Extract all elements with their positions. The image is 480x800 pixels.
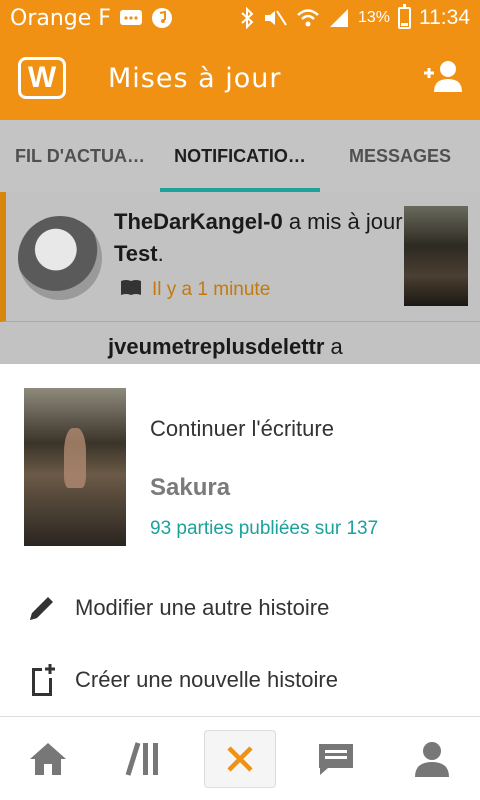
app-bar: W Mises à jour [0, 36, 480, 120]
notification-suffix: . [157, 241, 164, 266]
carrier-name: Orange F [10, 5, 111, 31]
clock: 11:34 [419, 6, 470, 29]
bluetooth-icon [240, 7, 254, 29]
create-sheet: Continuer l'écriture Sakura 93 parties p… [0, 364, 480, 716]
notification-text-2: jveumetreplusdelettr a [108, 334, 343, 360]
close-icon[interactable] [204, 729, 276, 788]
wattpad-logo[interactable]: W [18, 57, 66, 99]
story-thumbnail[interactable] [404, 206, 468, 306]
story-title[interactable]: Sakura [150, 474, 230, 502]
wifi-icon [296, 8, 320, 28]
tab-feed[interactable]: FIL D'ACTUA… [0, 120, 160, 192]
notification-text: TheDarKangel-0 a mis à jour Test. [114, 206, 404, 270]
message-icon [119, 8, 143, 28]
bottom-navigation [0, 716, 480, 800]
profile-icon[interactable] [396, 730, 468, 788]
notification-user-2[interactable]: jveumetreplusdelettr [108, 334, 324, 359]
create-story-button[interactable]: Créer une nouvelle histoire [0, 650, 480, 710]
notification-list: TheDarKangel-0 a mis à jour Test. Il y a… [0, 192, 480, 364]
new-document-icon [24, 662, 60, 698]
home-icon[interactable] [12, 730, 84, 788]
messages-icon[interactable] [300, 730, 372, 788]
status-bar: Orange F 13% 11:34 [0, 0, 480, 36]
pencil-icon [24, 590, 60, 626]
notification-action: a mis à jour [282, 209, 403, 234]
edit-story-label: Modifier une autre histoire [75, 595, 330, 620]
battery-icon [398, 4, 411, 29]
continue-writing-label[interactable]: Continuer l'écriture [150, 416, 334, 442]
signal-icon [328, 8, 350, 28]
story-cover[interactable] [24, 388, 126, 546]
music-icon [151, 7, 173, 29]
notification-action-2: a [324, 334, 343, 359]
notification-meta: Il y a 1 minute [120, 278, 270, 302]
library-icon[interactable] [108, 730, 180, 788]
create-story-label: Créer une nouvelle histoire [75, 667, 338, 692]
avatar[interactable] [18, 216, 102, 300]
notification-item[interactable]: TheDarKangel-0 a mis à jour Test. Il y a… [0, 192, 480, 322]
notification-time: Il y a 1 minute [152, 279, 271, 300]
notification-user[interactable]: TheDarKangel-0 [114, 209, 283, 234]
battery-percent: 13% [357, 9, 390, 26]
add-person-icon[interactable] [420, 59, 462, 98]
book-icon [120, 278, 142, 302]
tab-notifications[interactable]: NOTIFICATIO… [160, 120, 320, 192]
page-title: Mises à jour [108, 62, 282, 94]
tab-messages[interactable]: MESSAGES [320, 120, 480, 192]
tab-bar: FIL D'ACTUA… NOTIFICATIO… MESSAGES [0, 120, 480, 192]
edit-story-button[interactable]: Modifier une autre histoire [0, 578, 480, 638]
mute-icon [262, 8, 288, 28]
notification-story[interactable]: Test [114, 241, 158, 266]
story-parts-count: 93 parties publiées sur 137 [150, 518, 379, 539]
